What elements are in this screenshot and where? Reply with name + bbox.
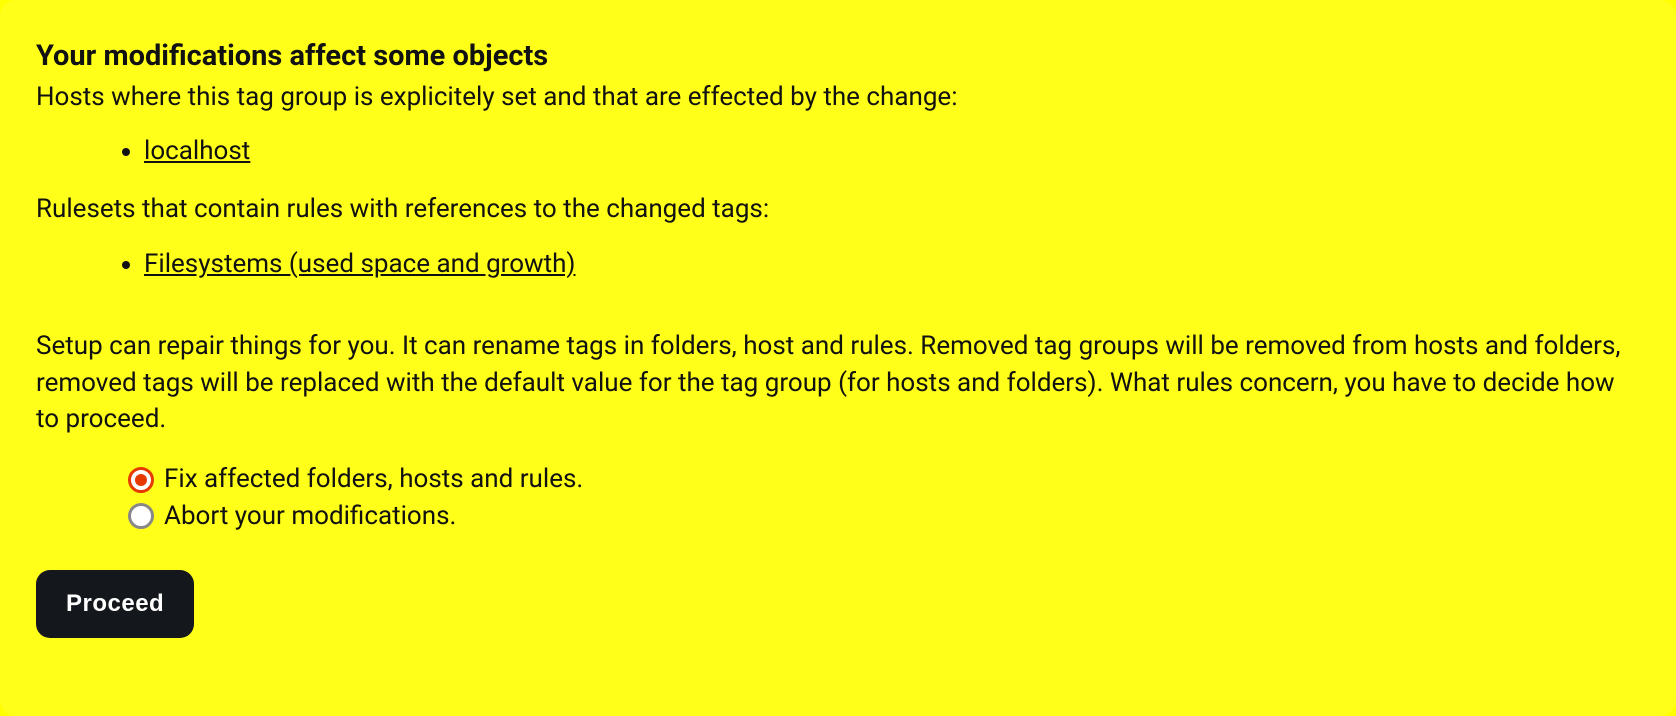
host-link[interactable]: localhost [144,136,250,166]
dialog-heading: Your modifications affect some objects [36,36,1640,77]
radio-label: Abort your modifications. [164,498,456,534]
radio-icon[interactable] [128,467,154,493]
radio-option-fix[interactable]: Fix affected folders, hosts and rules. [128,461,1640,497]
explanation-text: Setup can repair things for you. It can … [36,328,1636,437]
radio-label: Fix affected folders, hosts and rules. [164,461,583,497]
modifications-dialog: Your modifications affect some objects H… [0,0,1676,716]
rulesets-intro-text: Rulesets that contain rules with referen… [36,191,1640,227]
radio-icon[interactable] [128,503,154,529]
ruleset-link[interactable]: Filesystems (used space and growth) [144,249,575,279]
proceed-button[interactable]: Proceed [36,570,194,638]
action-radio-group: Fix affected folders, hosts and rules. A… [36,461,1640,534]
hosts-intro-text: Hosts where this tag group is explicitel… [36,79,1640,115]
host-item: localhost [144,133,1640,169]
rulesets-list: Filesystems (used space and growth) [36,246,1640,282]
radio-option-abort[interactable]: Abort your modifications. [128,498,1640,534]
ruleset-item: Filesystems (used space and growth) [144,246,1640,282]
hosts-list: localhost [36,133,1640,169]
